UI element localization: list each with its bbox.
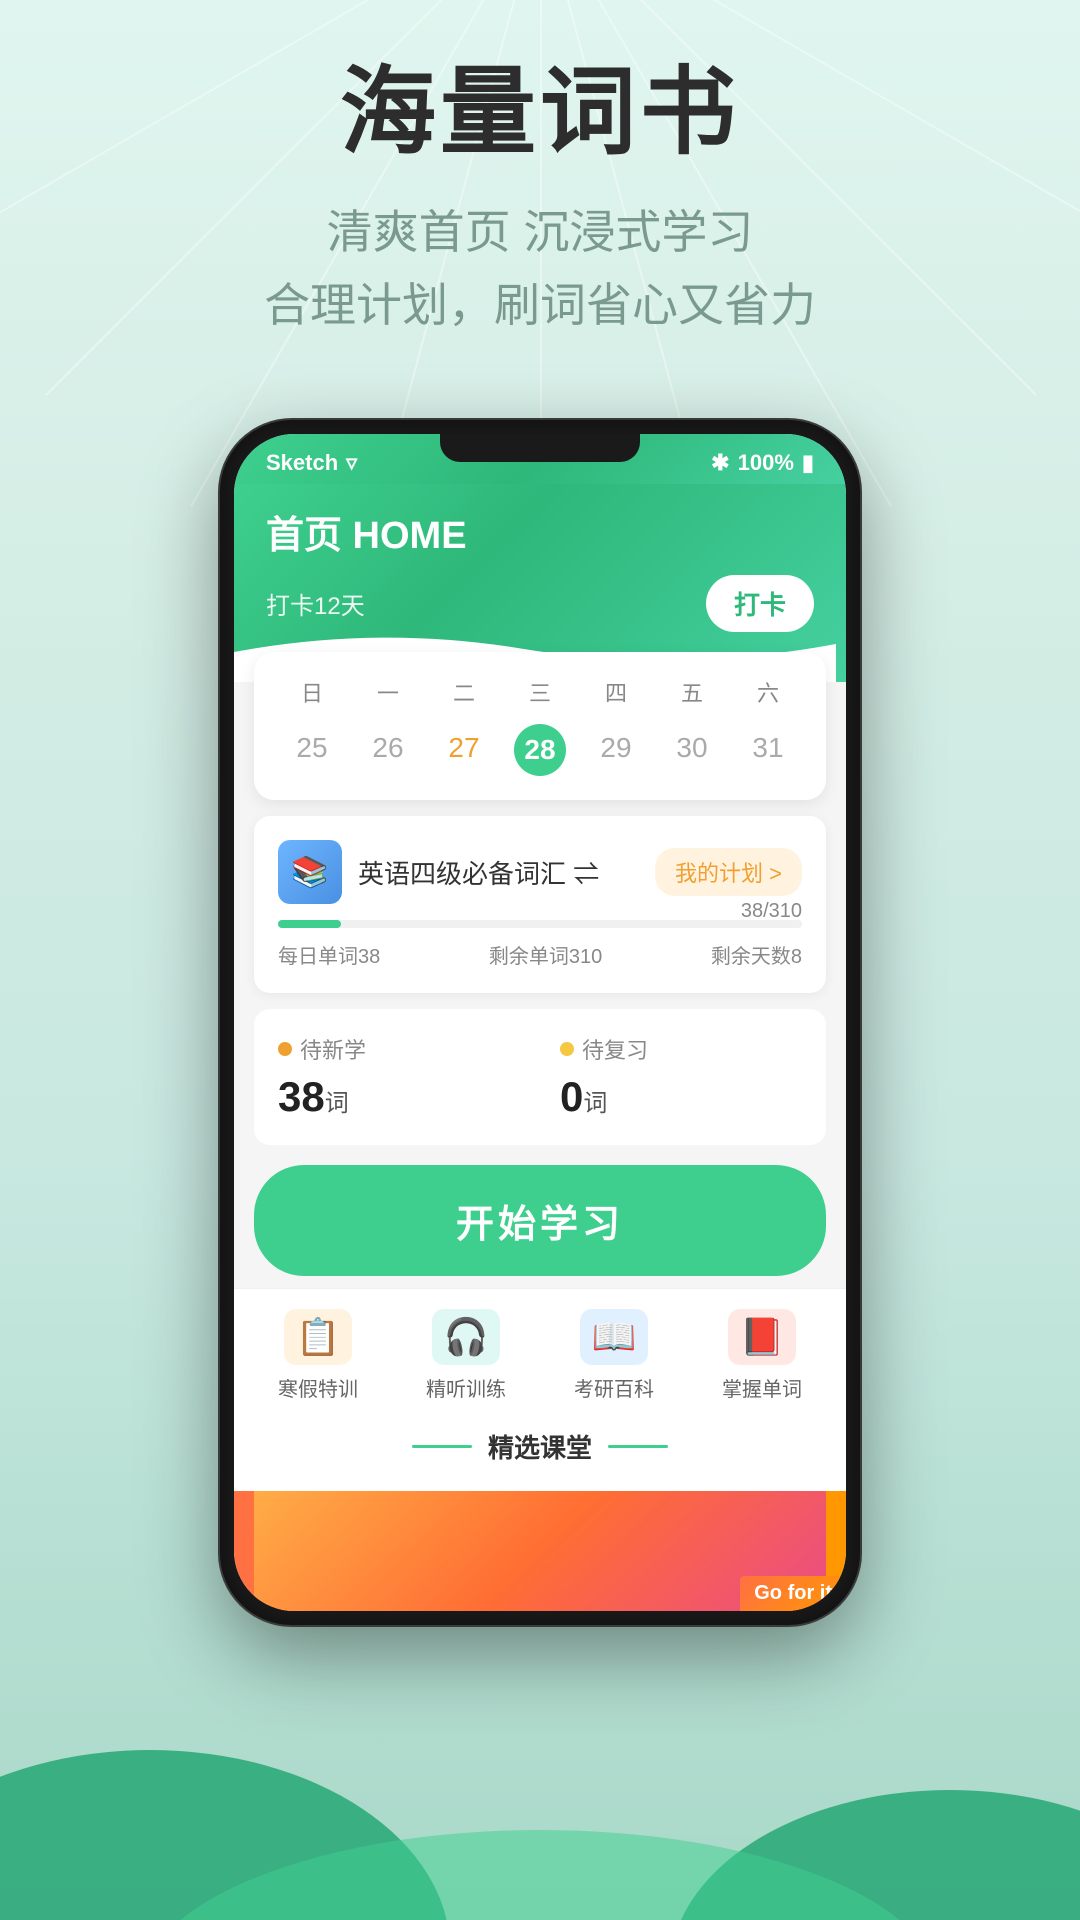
featured-line-left xyxy=(412,1445,472,1448)
day-thu: 四 xyxy=(578,676,654,708)
header-section: 海量词书 清爽首页 沉浸式学习 合理计划，刷词省心又省力 xyxy=(0,60,1080,343)
phone-notch xyxy=(440,434,640,462)
progress-label: 38/310 xyxy=(741,900,802,923)
checkin-days: 打卡12天 xyxy=(266,586,365,621)
sub-line1: 清爽首页 沉浸式学习 xyxy=(0,196,1080,270)
date-25: 25 xyxy=(274,724,350,776)
date-29: 29 xyxy=(578,724,654,776)
phone-outer: Sketch ▿ ✱ 100% ▮ 首页 HOME 打卡12天 打卡 xyxy=(220,420,860,1625)
master-words-icon: 📕 xyxy=(728,1309,796,1365)
stat-days: 剩余天数8 xyxy=(711,940,802,969)
encyclopedia-label: 考研百科 xyxy=(574,1373,654,1402)
listening-icon: 🎧 xyxy=(432,1309,500,1365)
battery-icon: ▮ xyxy=(802,450,814,476)
date-27: 27 xyxy=(426,724,502,776)
phone-mockup: Sketch ▿ ✱ 100% ▮ 首页 HOME 打卡12天 打卡 xyxy=(220,420,860,1625)
date-31: 31 xyxy=(730,724,806,776)
listening-label: 精听训练 xyxy=(426,1373,506,1402)
featured-title-row: 精选课堂 xyxy=(254,1428,826,1465)
course-icon: 📚 xyxy=(278,840,342,904)
stat-remaining: 剩余单词310 xyxy=(489,940,602,969)
new-words-label: 待新学 xyxy=(278,1033,520,1065)
wifi-icon: ▿ xyxy=(346,450,357,476)
featured-line-right xyxy=(608,1445,668,1448)
course-card: 📚 英语四级必备词汇 ⇌ 我的计划 > 38/310 每日单词38 剩余单词31… xyxy=(254,816,826,993)
day-mon: 一 xyxy=(350,676,426,708)
encyclopedia-icon: 📖 xyxy=(580,1309,648,1365)
review-dot xyxy=(560,1042,574,1056)
winter-training-label: 寒假特训 xyxy=(278,1373,358,1402)
nav-encyclopedia[interactable]: 📖 考研百科 xyxy=(574,1309,654,1402)
progress-bar-container: 38/310 xyxy=(278,920,802,928)
nav-master-words[interactable]: 📕 掌握单词 xyxy=(722,1309,802,1402)
day-sun: 日 xyxy=(274,676,350,708)
sub-title: 清爽首页 沉浸式学习 合理计划，刷词省心又省力 xyxy=(0,196,1080,343)
nav-winter-training[interactable]: 📋 寒假特训 xyxy=(278,1309,358,1402)
review-words-label: 待复习 xyxy=(560,1033,802,1065)
progress-bar-track: 38/310 xyxy=(278,920,802,928)
home-title: 首页 HOME xyxy=(266,504,814,559)
day-sat: 六 xyxy=(730,676,806,708)
winter-training-icon: 📋 xyxy=(284,1309,352,1365)
status-left: Sketch ▿ xyxy=(266,450,357,476)
sub-line2: 合理计划，刷词省心又省力 xyxy=(0,269,1080,343)
stat-daily: 每日单词38 xyxy=(278,940,380,969)
battery-text: 100% xyxy=(738,450,794,476)
nav-listening[interactable]: 🎧 精听训练 xyxy=(426,1309,506,1402)
date-28-today: 28 xyxy=(514,724,566,776)
new-count: 38词 xyxy=(278,1073,520,1121)
course-info: 📚 英语四级必备词汇 ⇌ xyxy=(278,840,599,904)
bottom-hills xyxy=(0,1670,1080,1920)
date-30: 30 xyxy=(654,724,730,776)
progress-stats: 每日单词38 剩余单词310 剩余天数8 xyxy=(278,940,802,969)
plan-button[interactable]: 我的计划 > xyxy=(655,848,802,896)
day-wed: 三 xyxy=(502,676,578,708)
phone-screen: Sketch ▿ ✱ 100% ▮ 首页 HOME 打卡12天 打卡 xyxy=(234,434,846,1611)
new-dot xyxy=(278,1042,292,1056)
course-name: 英语四级必备词汇 ⇌ xyxy=(358,854,599,891)
bluetooth-icon: ✱ xyxy=(711,450,729,476)
date-26: 26 xyxy=(350,724,426,776)
featured-section: 精选课堂 xyxy=(234,1412,846,1491)
calendar-header: 日 一 二 三 四 五 六 xyxy=(274,676,806,708)
calendar-section: 日 一 二 三 四 五 六 25 26 27 28 29 30 31 xyxy=(254,652,826,800)
start-button[interactable]: 开始学习 xyxy=(254,1165,826,1276)
go-for-it-badge: Go for it xyxy=(740,1576,846,1611)
progress-bar-fill xyxy=(278,920,341,928)
course-header: 📚 英语四级必备词汇 ⇌ 我的计划 > xyxy=(278,840,802,904)
master-words-label: 掌握单词 xyxy=(722,1373,802,1402)
review-count: 0词 xyxy=(560,1073,802,1121)
featured-title: 精选课堂 xyxy=(488,1428,592,1465)
calendar-dates: 25 26 27 28 29 30 31 xyxy=(274,724,806,776)
bottom-banner: Go for it xyxy=(234,1491,846,1611)
day-fri: 五 xyxy=(654,676,730,708)
review-words: 待复习 0词 xyxy=(560,1033,802,1121)
main-title: 海量词书 xyxy=(0,60,1080,166)
status-right: ✱ 100% ▮ xyxy=(711,450,814,476)
new-label-text: 待新学 xyxy=(300,1033,366,1065)
new-words: 待新学 38词 xyxy=(278,1033,520,1121)
bottom-nav: 📋 寒假特训 🎧 精听训练 📖 考研百科 📕 掌握单词 xyxy=(234,1288,846,1412)
word-counts: 待新学 38词 待复习 0词 xyxy=(254,1009,826,1145)
day-tue: 二 xyxy=(426,676,502,708)
review-label-text: 待复习 xyxy=(582,1033,648,1065)
carrier-text: Sketch xyxy=(266,450,338,476)
